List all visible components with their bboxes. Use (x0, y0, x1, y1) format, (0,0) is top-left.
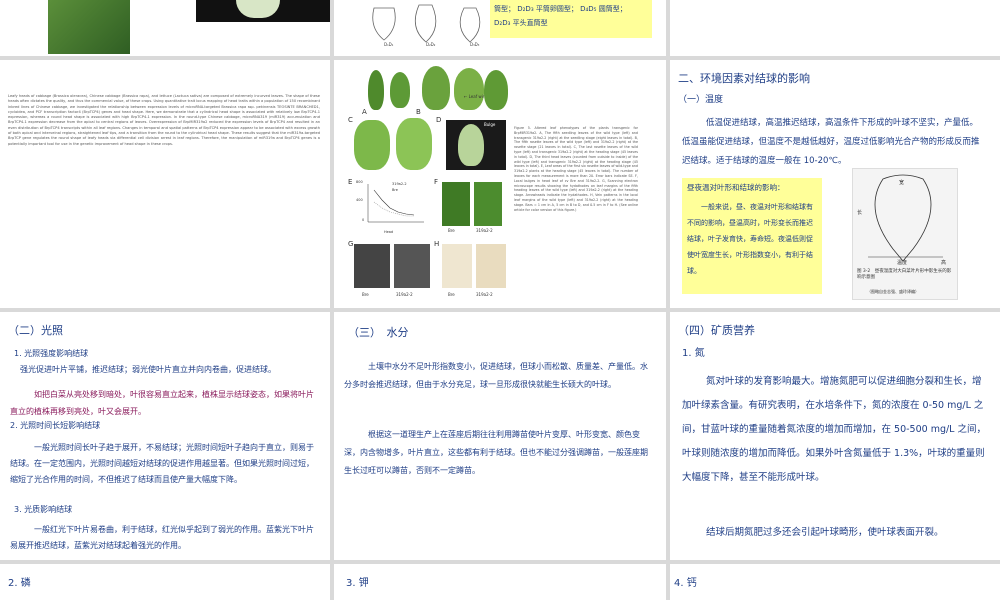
sem-g2 (394, 244, 430, 288)
slide-light: （二）光照 1. 光照强度影响结球 强光促进叶片平铺，推迟结球；弱光使叶片直立并… (0, 312, 330, 560)
slide-top-right (670, 0, 1000, 56)
slide-figure: A B ← Leaf wing C D Bulge E 800 400 0 31… (334, 60, 666, 308)
box-title: 昼夜温对叶形和结球的影响： (687, 183, 785, 192)
light-p2: 一般光照时间长叶子趋于展开，不易结球；光照时间短叶子趋向于直立，则易于结球。在一… (10, 443, 314, 484)
panel-f-letter: F (434, 178, 439, 186)
env-paragraph: 低温促进结球，高温推迟结球，高温条件下形成的叶球不坚实，产量低。低温虽能促进结球… (682, 118, 980, 166)
leaf-d-inner (458, 124, 484, 166)
light-h1: 1. 光照强度影响结球 (14, 349, 89, 358)
slide-abstract: Leafy heads of cabbage (Brassica olerace… (0, 60, 330, 308)
slide-mineral: （四）矿质营养 1. 氮 氮对叶球的发育影响最大。增施氮肥可以促进细胞分裂和生长… (670, 312, 1000, 560)
h-bre: Bre (448, 292, 455, 297)
vein-h2 (476, 244, 506, 288)
leaf-b2 (454, 68, 484, 110)
water-p1: 土壤中水分不足叶形指数变小，促进结球，但球小而松散、质量差、产量低。水分多时会推… (344, 362, 648, 389)
g-mut: 319a2-2 (396, 292, 413, 297)
leaf-f1 (442, 182, 470, 226)
abstract-text: Leafy heads of cabbage (Brassica olerace… (8, 94, 320, 146)
chart-ytick-1: 800 (356, 180, 363, 184)
diag-wide: 宽 (899, 180, 905, 186)
panel-h-letter: H (434, 240, 440, 248)
head-label-2: D₂D₂ (426, 42, 436, 47)
water-title: （三） 水分 (348, 326, 409, 339)
sem-g1 (354, 244, 390, 288)
mineral-h1: 1. 氮 (682, 348, 705, 359)
chart-ytick-3: 400 (356, 198, 363, 202)
leaf-a2 (390, 72, 410, 108)
diag-high: 高 (941, 260, 947, 266)
light-h3: 3. 光质影响结球 (14, 505, 73, 514)
cabbage-photo-1 (48, 0, 130, 54)
env-title: 二、环境因素对结球的影响 (678, 72, 810, 85)
panel-d-letter: D (436, 116, 442, 124)
diag-temp: 温度 (897, 260, 908, 266)
diag-long: 长 (857, 210, 863, 216)
leaf-a1 (368, 70, 384, 110)
leaf-c1 (354, 120, 390, 170)
chart-ytick-5: 0 (362, 218, 365, 222)
temp-diagram: 长 宽 温度 高 图 3-2 昼夜温度对大白菜叶片形中影生长的影响示意图 （图略… (852, 168, 958, 300)
mineral-title: （四）矿质营养 (678, 324, 755, 337)
chart-legend-2: Bre (392, 188, 398, 192)
light-title: （二）光照 (8, 324, 63, 337)
diag-caption: 图 3-2 昼夜温度对大白菜叶片形中影生长的影响示意图 (857, 269, 952, 280)
leaf-b1 (422, 66, 450, 110)
figure-caption: Figure 5. Altered leaf phenotypes of the… (514, 126, 638, 212)
h-mut: 319a2-2 (476, 292, 493, 297)
chart-x-label: Head (384, 230, 394, 234)
mineral-p2: 结球后期氮肥过多还会引起叶球畸形，使叶球表面开裂。 (706, 527, 944, 538)
slide-potassium: 3. 钾 (334, 564, 666, 600)
leaf-c2 (396, 118, 432, 170)
leaf-f2 (474, 182, 502, 226)
vein-h1 (442, 244, 472, 288)
slide-water: （三） 水分 土壤中水分不足叶形指数变小，促进结球，但球小而松散、质量差、产量低… (334, 312, 666, 560)
g-bre: Bre (362, 292, 369, 297)
diag-subcaption: （图略自金志强、盛玲译编） (867, 289, 919, 294)
panel-g-letter: G (348, 240, 354, 248)
leaf-area-chart (367, 184, 424, 223)
phosphorus-title: 2. 磷 (8, 578, 31, 589)
calcium-title: 4. 钙 (674, 578, 697, 589)
mineral-p1: 氮对叶球的发育影响最大。增施氮肥可以促进细胞分裂和生长，增加叶绿素含量。有研究表… (682, 376, 986, 483)
slide-calcium: 4. 钙 (670, 564, 1000, 600)
slide-phosphorus: 2. 磷 (0, 564, 330, 600)
panel-a-letter: A (362, 108, 367, 116)
head-type-3: D₄D₅ 圆筒型； (580, 5, 627, 13)
f-mut: 319a2-2 (476, 228, 493, 233)
box-text: 一般来说，昼、夜温对叶形和结球有不同的影响，昼温高时，叶形变长而推迟结球，叶子发… (687, 203, 813, 275)
light-h2: 2. 光照时间长短影响结球 (10, 421, 101, 430)
head-type-4: D₂D₃ 平头直筒型 (494, 19, 548, 27)
leaf-outline-diagram (868, 174, 943, 262)
light-p-magenta: 如把白菜从亮处移到暗处，叶很容易直立起来，植株显示结球姿态，如果将叶片直立的植株… (10, 390, 314, 416)
env-subtitle: （一）温度 (678, 95, 724, 105)
day-night-box: 昼夜温对叶形和结球的影响： 一般来说，昼、夜温对叶形和结球有不同的影响，昼温高时… (682, 178, 822, 294)
slide-top-left (0, 0, 330, 56)
bulge-label: Bulge (484, 122, 496, 127)
slide-top-middle: D₁D₁ D₂D₂ D₃D₃ 筒型； D₂D₃ 平筒卵圆型； D₄D₅ 圆筒型；… (334, 0, 666, 56)
head-label-3: D₃D₃ (470, 42, 480, 47)
light-p1: 强光促进叶片平铺，推迟结球；弱光使叶片直立并向内卷曲，促进结球。 (20, 365, 276, 374)
f-bre: Bre (448, 228, 455, 233)
head-type-box: 筒型； D₂D₃ 平筒卵圆型； D₄D₅ 圆筒型； D₂D₃ 平头直筒型 (490, 0, 652, 38)
panel-c-letter: C (348, 116, 353, 124)
head-label-1: D₁D₁ (384, 42, 394, 47)
leaf-b3 (484, 70, 508, 110)
slide-temperature: 二、环境因素对结球的影响 （一）温度 低温促进结球，高温推迟结球，高温条件下形成… (670, 60, 1000, 308)
panel-b-letter: B (416, 108, 421, 116)
head-type-1: 筒型； (494, 5, 515, 13)
potassium-title: 3. 钾 (346, 578, 369, 589)
chart-legend-1: 319a2-2 (392, 182, 407, 186)
light-p3: 一般红光下叶片易卷曲，利于结球，红光似乎起到了弱光的作用。蓝紫光下叶片易展开推迟… (10, 525, 314, 550)
head-type-2: D₂D₃ 平筒卵圆型； (517, 5, 578, 13)
water-p2: 根据这一道理生产上在莲座后期往往利用蹲苗使叶片变厚、叶形变宽、颜色变深，内含物增… (344, 430, 648, 475)
